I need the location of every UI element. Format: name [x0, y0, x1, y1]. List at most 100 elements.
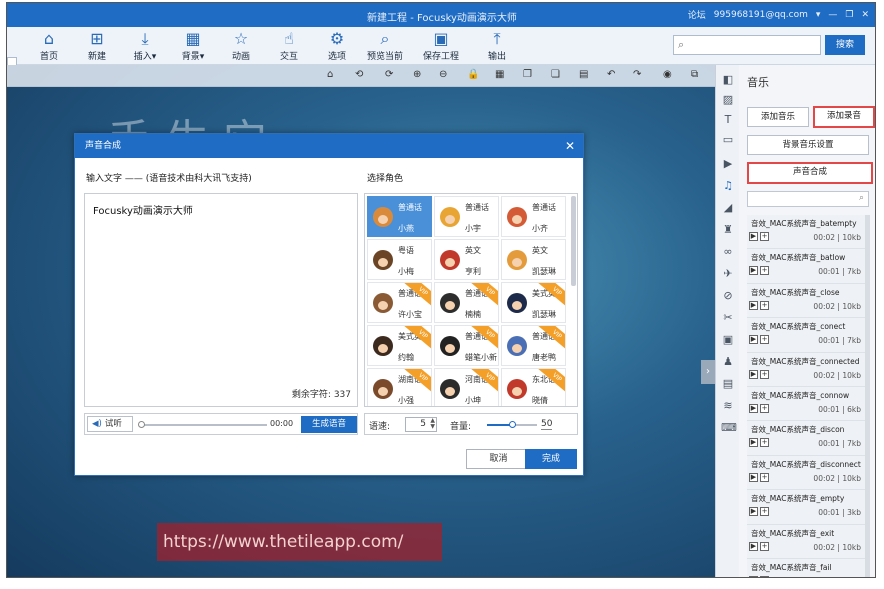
add-icon[interactable]: + — [760, 541, 769, 551]
insert-button[interactable]: ⤓ 插入▾ — [125, 29, 165, 62]
role-item[interactable]: 美式英文 约翰 VIP — [367, 325, 432, 366]
photo-icon[interactable]: ▣ — [721, 333, 735, 347]
sound-list-scrollbar[interactable] — [865, 215, 870, 577]
camera-icon[interactable]: ◉ — [663, 69, 672, 80]
sound-item[interactable]: 音效_MAC系统声音_disconnect ▶ +00:02 | 10kb — [747, 455, 865, 491]
sound-item[interactable]: 音效_MAC系统声音_conect ▶ +00:01 | 7kb — [747, 318, 865, 353]
role-item[interactable]: 普通话 蜡笔小新 VIP — [434, 325, 499, 366]
role-item[interactable]: 美式英文 凯瑟琳 VIP — [501, 282, 566, 323]
close-icon[interactable]: ✕ — [861, 10, 869, 20]
add-icon[interactable]: + — [760, 507, 769, 517]
add-icon[interactable]: + — [760, 232, 769, 241]
add-icon[interactable]: + — [760, 266, 769, 276]
rotate-icon[interactable]: ⟲ — [355, 69, 363, 80]
add-icon[interactable]: + — [760, 472, 769, 482]
sound-item[interactable]: 音效_MAC系统声音_batempty ▶ +00:02 | 10kb — [747, 215, 865, 250]
save-button[interactable]: ▣ 保存工程 — [421, 29, 461, 62]
sound-item[interactable]: 音效_MAC系统声音_batlow ▶ +00:01 | 7kb — [747, 249, 865, 284]
flip-icon[interactable]: ⟳ — [385, 69, 393, 80]
new-button[interactable]: ⊞ 新建 — [77, 29, 117, 62]
sound-item[interactable]: 音效_MAC系统声音_connected ▶ +00:02 | 10kb — [747, 352, 865, 387]
add-icon[interactable]: + — [760, 403, 769, 413]
interaction-button[interactable]: ☝ 交互 — [269, 29, 309, 62]
volume-slider[interactable] — [487, 421, 537, 428]
animation-button[interactable]: ☆ 动画 — [221, 29, 261, 62]
speed-stepper[interactable]: 5 ▲ ▼ — [405, 417, 437, 432]
copy-icon[interactable]: ❐ — [523, 69, 532, 80]
play-icon[interactable]: ▶ — [749, 507, 758, 517]
search-input[interactable]: ⌕ — [673, 35, 821, 55]
frame-icon[interactable]: ◧ — [721, 73, 735, 87]
generate-speech-button[interactable]: 生成语音 — [301, 416, 357, 433]
add-icon[interactable]: + — [760, 575, 769, 577]
role-item[interactable]: 普通话 许小宝 VIP — [367, 282, 432, 323]
sound-item[interactable]: 音效_MAC系统声音_empty ▶ +00:01 | 3kb — [747, 490, 865, 525]
play-icon[interactable]: ▶ — [749, 300, 758, 310]
sound-search-input[interactable]: ⌕ — [747, 191, 869, 207]
search-button[interactable]: 搜索 — [825, 35, 865, 55]
role-item[interactable]: 普通话 唐老鸭 VIP — [501, 325, 566, 366]
link-icon[interactable]: ∞ — [721, 245, 735, 259]
plane-icon[interactable]: ✈ — [721, 267, 735, 281]
play-icon[interactable]: ▶ — [749, 575, 758, 577]
redo-icon[interactable]: ↷ — [633, 69, 641, 80]
play-icon[interactable]: ▶ — [749, 541, 758, 551]
video-icon[interactable]: ▶ — [721, 157, 735, 171]
zoom-in-icon[interactable]: ⊕ — [413, 69, 421, 80]
account-label[interactable]: 995968191@qq.com — [714, 10, 808, 20]
image-icon[interactable]: ▨ — [721, 93, 735, 107]
close-icon[interactable]: ✕ — [565, 138, 575, 154]
lock-icon[interactable]: 🔒 — [467, 69, 479, 80]
minimize-icon[interactable]: — — [828, 10, 837, 20]
playback-handle[interactable] — [138, 421, 145, 428]
role-item[interactable]: 普通话 楠楠 VIP — [434, 282, 499, 323]
ok-button[interactable]: 完成 — [525, 449, 577, 469]
play-icon[interactable]: ▶ — [749, 403, 758, 413]
zoom-out-icon[interactable]: ⊖ — [439, 69, 447, 80]
play-icon[interactable]: ▶ — [749, 472, 758, 482]
add-icon[interactable]: + — [760, 300, 769, 310]
add-icon[interactable]: + — [760, 369, 769, 379]
role-item[interactable]: 东北话 晓倩 VIP — [501, 368, 566, 406]
add-recording-button[interactable]: 添加录音 — [813, 106, 875, 128]
layers-icon[interactable]: ≋ — [721, 399, 735, 413]
volume-handle[interactable] — [509, 421, 516, 428]
maximize-icon[interactable]: ❐ — [845, 10, 853, 20]
sound-item[interactable]: 音效_MAC系统声音_exit ▶ +00:02 | 10kb — [747, 524, 865, 559]
cancel-button[interactable]: 取消 — [466, 449, 531, 469]
listen-button[interactable]: ◀) 试听 — [87, 416, 133, 432]
compass-icon[interactable]: ⊘ — [721, 289, 735, 303]
role-item[interactable]: 河南话 小坤 VIP — [434, 368, 499, 406]
text-icon[interactable]: T — [721, 113, 735, 127]
undo-icon[interactable]: ↶ — [607, 69, 615, 80]
text-input[interactable]: Focusky动画演示大师 剩余字符: 337 — [84, 193, 358, 407]
home-button[interactable]: ⌂ 首页 — [29, 29, 69, 62]
window-icon[interactable]: ▭ — [721, 133, 735, 147]
layout-grid-icon[interactable]: ▤ — [721, 377, 735, 391]
background-button[interactable]: ▦ 背景▾ — [173, 29, 213, 62]
paste-icon[interactable]: ❏ — [551, 69, 560, 80]
scissors-icon[interactable]: ✂ — [721, 311, 735, 325]
playback-slider[interactable] — [138, 421, 267, 428]
forum-link[interactable]: 论坛 — [688, 8, 706, 21]
menu-icon[interactable]: ▾ — [816, 10, 821, 20]
role-scrollbar[interactable] — [571, 196, 576, 286]
add-music-button[interactable]: 添加音乐 — [747, 107, 809, 127]
role-item[interactable]: 英文 亨利 — [434, 239, 499, 280]
play-icon[interactable]: ▶ — [749, 266, 758, 276]
export-button[interactable]: ⤒ 输出 — [477, 29, 517, 62]
role-item[interactable]: 普通话 小宇 — [434, 196, 499, 237]
options-button[interactable]: ⚙ 选项 — [317, 29, 357, 62]
shirt-icon[interactable]: ♟ — [721, 355, 735, 369]
play-icon[interactable]: ▶ — [749, 335, 758, 345]
role-item[interactable]: 湖南话 小强 VIP — [367, 368, 432, 406]
speech-synthesis-button[interactable]: 声音合成 — [747, 162, 873, 184]
preview-button[interactable]: ⌕ 预览当前 — [365, 29, 405, 62]
add-icon[interactable]: + — [760, 438, 769, 448]
sound-item[interactable]: 音效_MAC系统声音_fail ▶+ | — [747, 558, 865, 577]
volume-value[interactable]: 50 — [541, 419, 553, 430]
home-view-icon[interactable]: ⌂ — [327, 69, 333, 80]
role-item[interactable]: 普通话 小齐 — [501, 196, 566, 237]
add-icon[interactable]: + — [760, 335, 769, 345]
delete-icon[interactable]: ▤ — [579, 69, 588, 80]
